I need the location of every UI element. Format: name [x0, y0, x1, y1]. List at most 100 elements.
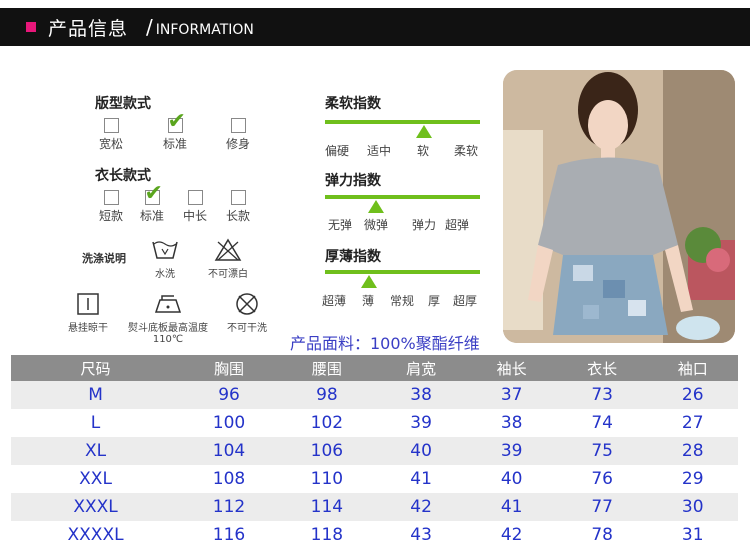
wash-title: 洗涤说明	[82, 252, 126, 265]
table-cell: L	[11, 409, 181, 437]
table-cell: 40	[375, 437, 467, 465]
thickness-label: 超薄	[322, 294, 347, 308]
table-cell: 104	[180, 437, 278, 465]
table-cell: 28	[647, 437, 738, 465]
table-header-cell: 衣长	[556, 355, 648, 381]
softness-label: 适中	[367, 144, 392, 158]
table-header-cell: 腰围	[277, 355, 376, 381]
table-row: XL 104 106 40 39 75 28	[11, 437, 738, 465]
table-cell: 100	[180, 409, 278, 437]
table-cell: 118	[277, 521, 376, 549]
check-icon: ✔	[167, 109, 186, 134]
table-cell: 114	[277, 493, 376, 521]
table-cell: 39	[375, 409, 467, 437]
table-cell: 74	[556, 409, 648, 437]
softness-label: 偏硬	[325, 144, 350, 158]
table-row: M 96 98 38 37 73 26	[11, 381, 738, 409]
table-cell: 102	[277, 409, 376, 437]
table-cell: 29	[647, 465, 738, 493]
size-table: 尺码 胸围 腰围 肩宽 袖长 衣长 袖口 M 96 98 38 37 73 26 L 100 102 39 38 7…	[11, 355, 738, 549]
table-cell: 31	[647, 521, 738, 549]
length-title: 衣长款式	[95, 168, 151, 184]
table-cell: XXL	[11, 465, 181, 493]
table-header-cell: 肩宽	[375, 355, 467, 381]
iron-icon: 熨斗底板最高温度110℃	[118, 292, 218, 345]
thickness-bar	[325, 270, 480, 274]
length-option-short: 短款	[89, 190, 133, 224]
table-cell: XXXXL	[11, 521, 181, 549]
table-cell: 27	[647, 409, 738, 437]
table-cell: 42	[466, 521, 557, 549]
table-cell: 106	[277, 437, 376, 465]
table-cell: 98	[277, 381, 376, 409]
softness-label: 柔软	[454, 144, 479, 158]
elasticity-bar	[325, 195, 480, 199]
fabric-composition: 产品面料：100%聚酯纤维	[290, 334, 480, 353]
table-cell: 108	[180, 465, 278, 493]
softness-bar	[325, 120, 480, 124]
table-cell: 43	[375, 521, 467, 549]
table-cell: 30	[647, 493, 738, 521]
table-cell: 112	[180, 493, 278, 521]
thickness-label: 常规	[390, 294, 415, 308]
length-option-medium: 中长	[173, 190, 217, 224]
table-cell: 75	[556, 437, 648, 465]
table-header-cell: 尺码	[11, 355, 181, 381]
elasticity-marker-icon	[368, 200, 384, 213]
thickness-label: 薄	[362, 294, 375, 308]
table-cell: 42	[375, 493, 467, 521]
table-header-cell: 胸围	[180, 355, 278, 381]
table-cell: XXXL	[11, 493, 181, 521]
length-option-long: 长款	[216, 190, 260, 224]
style-option-slim: 修身	[216, 118, 260, 152]
table-cell: 40	[466, 465, 557, 493]
table-cell: 78	[556, 521, 648, 549]
check-icon: ✔	[144, 181, 163, 206]
thickness-title: 厚薄指数	[325, 249, 381, 265]
no-dry-clean-icon: 不可干洗	[224, 292, 270, 334]
header-title-en: / INFORMATION	[146, 15, 254, 39]
thickness-marker-icon	[361, 275, 377, 288]
table-header-cell: 袖口	[647, 355, 738, 381]
table-cell: 38	[375, 381, 467, 409]
style-title: 版型款式	[95, 96, 151, 112]
thickness-label: 超厚	[453, 294, 478, 308]
table-cell: 37	[466, 381, 557, 409]
table-cell: 41	[375, 465, 467, 493]
table-row: XXXL 112 114 42 41 77 30	[11, 493, 738, 521]
table-header-cell: 袖长	[466, 355, 557, 381]
softness-title: 柔软指数	[325, 96, 381, 112]
table-cell: 41	[466, 493, 557, 521]
elasticity-title: 弹力指数	[325, 173, 381, 189]
table-cell: 96	[180, 381, 278, 409]
no-bleach-icon: 不可漂白	[203, 238, 253, 280]
table-cell: 38	[466, 409, 557, 437]
table-cell: 39	[466, 437, 557, 465]
table-cell: 77	[556, 493, 648, 521]
table-cell: 110	[277, 465, 376, 493]
elasticity-label: 弹力	[412, 218, 437, 232]
pink-square-icon	[26, 22, 36, 32]
softness-marker-icon	[416, 125, 432, 138]
thickness-label: 厚	[428, 294, 441, 308]
length-option-standard: ✔ 标准	[139, 181, 164, 224]
elasticity-label: 无弹	[328, 218, 353, 232]
style-option-loose: 宽松	[89, 118, 133, 152]
table-cell: 116	[180, 521, 278, 549]
style-option-standard: ✔ 标准	[162, 109, 187, 152]
product-photo	[503, 70, 735, 343]
header-title-cn: 产品信息	[48, 17, 129, 40]
table-cell: 76	[556, 465, 648, 493]
info-header: 产品信息 / INFORMATION	[0, 8, 750, 46]
table-cell: M	[11, 381, 181, 409]
wash-water-icon: 水洗	[145, 238, 185, 280]
table-row: L 100 102 39 38 74 27	[11, 409, 738, 437]
elasticity-label: 微弹	[364, 218, 389, 232]
elasticity-label: 超弹	[445, 218, 470, 232]
softness-label: 软	[417, 144, 430, 158]
table-cell: 26	[647, 381, 738, 409]
table-row: XXXXL 116 118 43 42 78 31	[11, 521, 738, 549]
table-cell: XL	[11, 437, 181, 465]
table-row: XXL 108 110 41 40 76 29	[11, 465, 738, 493]
table-cell: 73	[556, 381, 648, 409]
